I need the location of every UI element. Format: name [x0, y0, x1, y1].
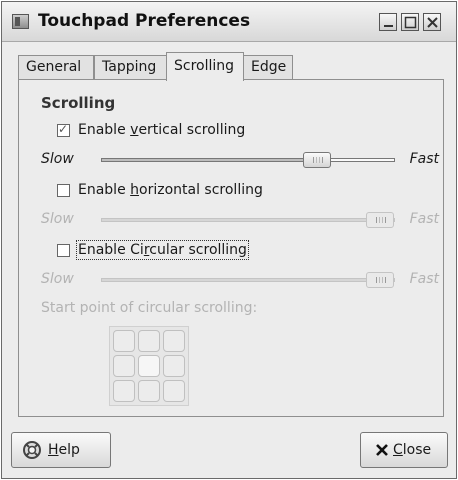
horizontal-scrolling-label: Enable horizontal scrolling: [78, 182, 263, 198]
start-point-center: [138, 355, 160, 377]
circular-fast-label: Fast: [409, 271, 439, 287]
circular-scrolling-row[interactable]: Enable Circular scrolling: [57, 239, 249, 261]
circular-scrolling-checkbox[interactable]: [57, 243, 70, 257]
maximize-icon: [404, 16, 417, 29]
horizontal-fast-label: Fast: [409, 211, 439, 227]
vertical-speed-thumb[interactable]: [303, 152, 331, 168]
circular-slow-label: Slow: [41, 271, 74, 287]
vertical-slow-label: Slow: [41, 151, 74, 167]
tab-edge[interactable]: Edge: [243, 55, 293, 80]
close-window-button[interactable]: [423, 13, 441, 31]
start-point-bottom-left: [113, 380, 135, 402]
help-button[interactable]: Help: [11, 432, 111, 468]
horizontal-slow-label: Slow: [41, 211, 74, 227]
touchpad-preferences-window: Touchpad Preferences General Tapping Scr…: [1, 1, 457, 479]
tab-general[interactable]: General: [18, 55, 94, 80]
vertical-scrolling-checkbox[interactable]: [57, 122, 70, 137]
start-point-right: [163, 355, 185, 377]
tab-tapping[interactable]: Tapping: [94, 55, 167, 80]
window-app-icon[interactable]: [12, 14, 29, 29]
section-title: Scrolling: [41, 94, 116, 112]
scrolling-panel: Scrolling Enable vertical scrolling Slow…: [18, 79, 444, 417]
title-bar[interactable]: Touchpad Preferences: [2, 2, 456, 42]
tab-scrolling[interactable]: Scrolling: [166, 52, 244, 81]
horizontal-scrolling-checkbox[interactable]: [57, 183, 70, 197]
vertical-speed-slider-row: Slow Fast: [41, 149, 439, 171]
start-point-top: [138, 330, 160, 352]
start-point-bottom-right: [163, 380, 185, 402]
minimize-icon: [384, 25, 393, 27]
vertical-speed-track-remaining: [331, 159, 394, 161]
circular-start-point-grid: [109, 326, 189, 406]
circular-speed-slider-row: Slow Fast: [41, 269, 439, 291]
help-icon: [22, 440, 42, 460]
close-x-icon: [375, 440, 389, 460]
circular-speed-thumb: [366, 272, 394, 288]
vertical-scrolling-label: Enable vertical scrolling: [78, 122, 246, 138]
close-icon: [427, 17, 438, 28]
horizontal-speed-slider-row: Slow Fast: [41, 209, 439, 231]
horizontal-scrolling-row[interactable]: Enable horizontal scrolling: [57, 179, 263, 201]
circular-speed-slider: [101, 272, 395, 288]
circular-scrolling-label: Enable Circular scrolling: [76, 240, 249, 260]
vertical-scrolling-row[interactable]: Enable vertical scrolling: [57, 119, 245, 141]
start-point-top-right: [163, 330, 185, 352]
close-button[interactable]: Close: [360, 432, 448, 468]
horizontal-speed-thumb: [366, 212, 394, 228]
vertical-fast-label: Fast: [409, 151, 439, 167]
close-button-label: Close: [393, 442, 432, 458]
help-button-label: Help: [48, 442, 80, 458]
start-point-top-left: [113, 330, 135, 352]
window-title: Touchpad Preferences: [38, 11, 251, 31]
start-point-bottom: [138, 380, 160, 402]
minimize-button[interactable]: [379, 13, 397, 31]
start-point-left: [113, 355, 135, 377]
circular-start-point-label: Start point of circular scrolling:: [41, 300, 258, 316]
maximize-button[interactable]: [401, 13, 419, 31]
vertical-speed-slider[interactable]: [101, 152, 395, 168]
horizontal-speed-slider: [101, 212, 395, 228]
